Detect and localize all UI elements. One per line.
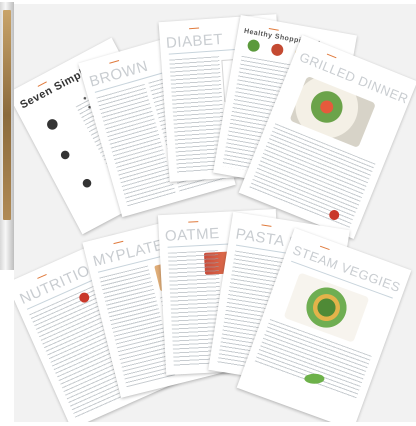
- frame-corner: [3, 10, 11, 220]
- product-frame-edge: [0, 2, 14, 270]
- produce-icon: [246, 38, 261, 53]
- handouts-collage: Seven Simple St BROWN DIABET Healthy Sho…: [14, 4, 416, 422]
- protein-icon: [270, 42, 285, 57]
- veggie-illustration: [304, 373, 325, 384]
